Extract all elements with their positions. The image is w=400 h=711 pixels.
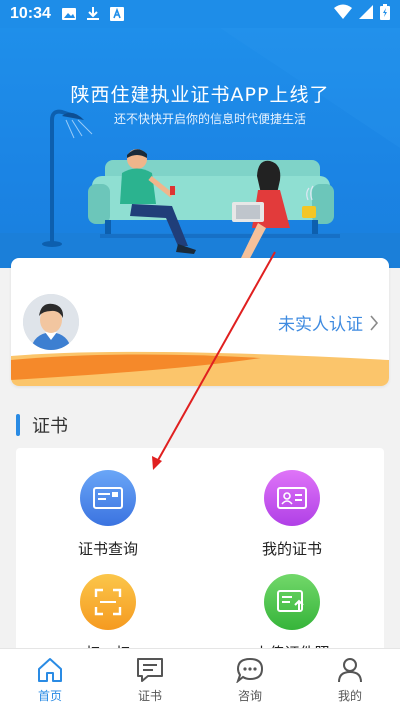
- bottom-tab-bar: 首页 证书 咨询 我的: [0, 648, 400, 711]
- my-certificate-button[interactable]: 我的证书: [200, 470, 384, 559]
- user-card[interactable]: 未实人认证: [11, 258, 389, 386]
- status-time: 10:34: [10, 5, 51, 22]
- upload-photo-button[interactable]: 上传证件照: [200, 574, 384, 658]
- section-title: 证书: [32, 416, 68, 437]
- scan-icon: [80, 574, 136, 630]
- avatar[interactable]: [23, 294, 79, 350]
- app-notification-icon: [109, 6, 125, 22]
- id-card-icon: [80, 470, 136, 526]
- certificate-icon: [264, 470, 320, 526]
- upload-photo-icon: [264, 574, 320, 630]
- tab-home-label: 首页: [37, 688, 62, 703]
- chevron-right-icon: [370, 314, 379, 331]
- wifi-icon: [334, 4, 352, 25]
- tab-consult[interactable]: 咨询: [200, 649, 300, 711]
- signal-icon: [358, 4, 374, 25]
- tab-certificate-label: 证书: [137, 688, 162, 703]
- section-certificates-heading: 证书: [16, 412, 68, 438]
- tab-consult-label: 咨询: [237, 688, 262, 703]
- certificate-query-label: 证书查询: [77, 540, 138, 558]
- banner-illustration: [0, 28, 400, 268]
- avatar-icon: [23, 294, 79, 350]
- tab-home[interactable]: 首页: [0, 649, 100, 711]
- section-accent-bar: [16, 414, 20, 436]
- hero-banner[interactable]: 陕西住建执业证书APP上线了 还不快快开启你的信息时代便捷生活: [0, 28, 400, 268]
- tab-certificate[interactable]: 证书: [100, 649, 200, 711]
- certificate-message-icon: [137, 657, 163, 682]
- scan-button[interactable]: 扫一扫: [16, 574, 200, 658]
- image-notification-icon: [61, 6, 77, 22]
- battery-icon: [380, 3, 390, 25]
- status-right: [334, 3, 390, 25]
- banner-title: 陕西住建执业证书APP上线了: [70, 84, 330, 106]
- home-icon: [38, 657, 62, 682]
- tab-mine[interactable]: 我的: [300, 649, 400, 711]
- banner-subtitle: 还不快快开启你的信息时代便捷生活: [113, 112, 306, 126]
- user-icon: [338, 657, 362, 682]
- download-notification-icon: [85, 6, 101, 22]
- card-wave-decoration: [11, 351, 389, 386]
- certificate-query-button[interactable]: 证书查询: [16, 470, 200, 559]
- certificate-feature-grid: 证书查询 我的证书 扫一扫 上传证件照: [16, 448, 384, 658]
- chat-bubble-icon: [236, 657, 264, 683]
- tab-mine-label: 我的: [337, 688, 362, 703]
- my-certificate-label: 我的证书: [261, 540, 322, 558]
- verify-status-link[interactable]: 未实人认证: [278, 310, 379, 335]
- status-bar: 10:34: [0, 0, 400, 28]
- verify-label: 未实人认证: [278, 315, 363, 335]
